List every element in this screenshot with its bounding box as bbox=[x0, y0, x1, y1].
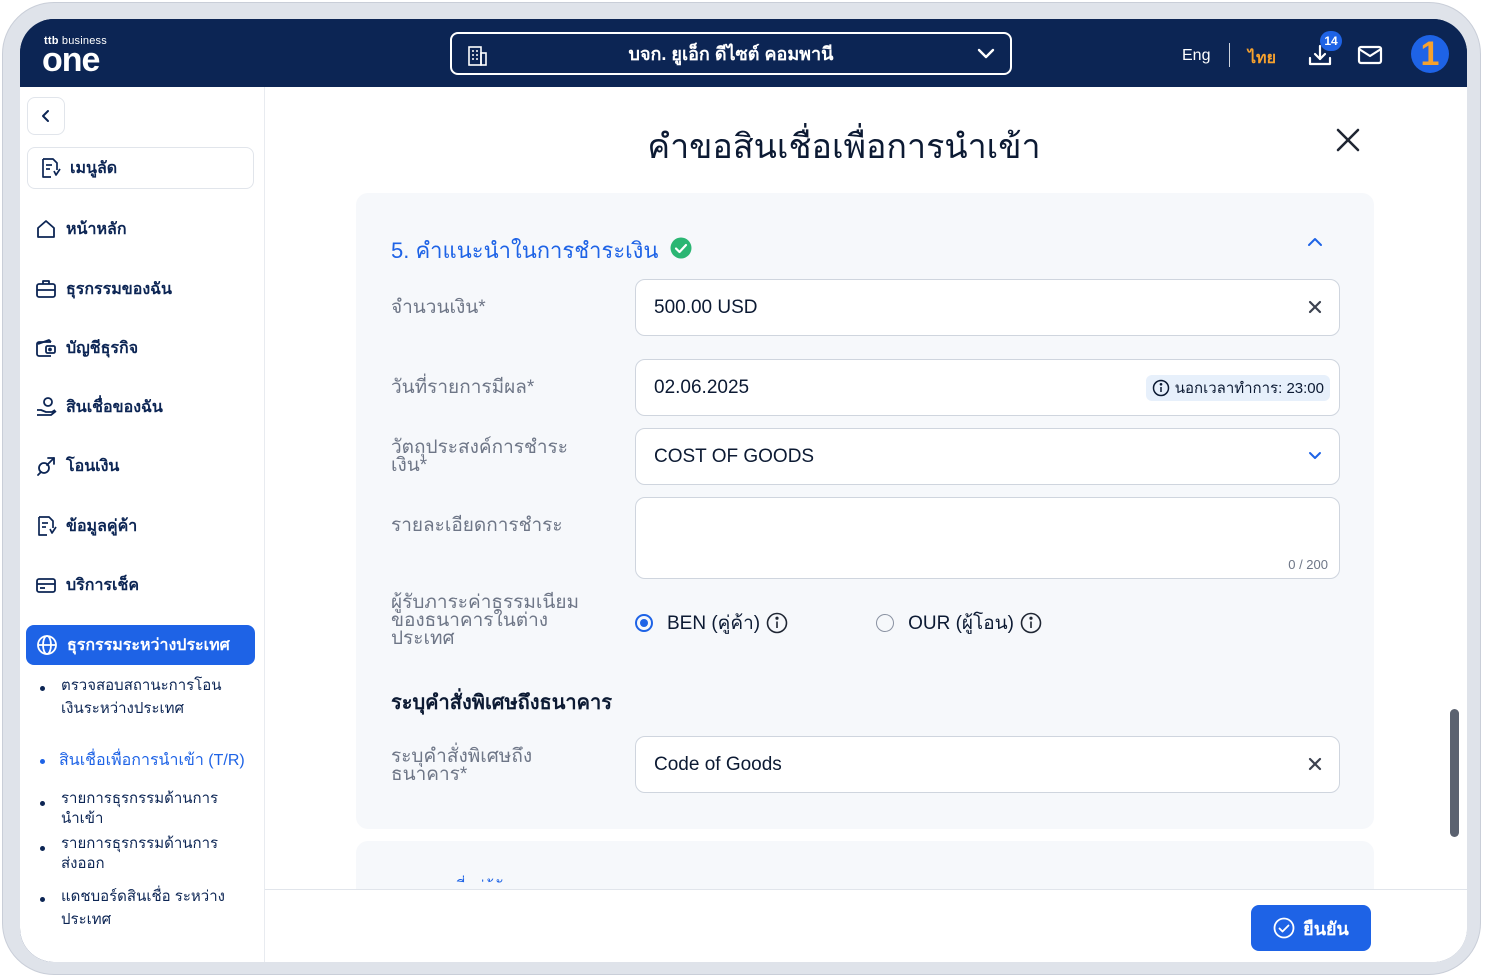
bullet bbox=[40, 759, 45, 764]
close-icon[interactable] bbox=[1333, 125, 1363, 155]
amount-value: 500.00 USD bbox=[654, 296, 758, 318]
fee-ben-radio[interactable]: BEN (คู่ค้า) bbox=[635, 608, 788, 638]
special-instruction-heading: ระบุคำสั่งพิเศษถึงธนาคาร bbox=[391, 692, 612, 714]
next-section-title-peek: ที่อยู่ผู้รับ bbox=[455, 875, 575, 883]
check-circle-icon bbox=[670, 237, 692, 265]
collapse-sidebar-button[interactable] bbox=[27, 97, 65, 135]
foreign-fee-label: ผู้รับภาระค่าธรรมเนียม ของธนาคารในต่าง ป… bbox=[391, 592, 580, 649]
amount-label: จำนวนเงิน* bbox=[391, 297, 486, 318]
sidebar-sub-import-transactions[interactable]: รายการธุรกรรมด้านการ นำเข้า bbox=[40, 789, 250, 829]
sidebar: เมนูลัด หน้าหลัก ธุรกรรมของฉัน บัญชีธุรก… bbox=[20, 87, 265, 962]
shortcut-label: เมนูลัด bbox=[70, 159, 118, 177]
fee-radio-group: BEN (คู่ค้า) OUR (ผู้โอน) bbox=[635, 608, 1042, 638]
sidebar-item-home[interactable]: หน้าหลัก bbox=[34, 214, 127, 244]
chevron-up-icon[interactable] bbox=[1306, 235, 1324, 253]
bullet bbox=[40, 801, 45, 806]
sidebar-item-cheque[interactable]: บริการเช็ค bbox=[34, 570, 139, 600]
lang-thai-button[interactable]: ไทย bbox=[1248, 46, 1276, 71]
effective-date-label: วันที่รายการมีผล* bbox=[391, 377, 535, 398]
sidebar-item-business-account[interactable]: บัญชีธุรกิจ bbox=[34, 333, 138, 363]
bullet bbox=[40, 686, 45, 691]
purpose-select[interactable]: COST OF GOODS bbox=[635, 428, 1340, 485]
payment-details-label: รายละเอียดการชำระ bbox=[391, 515, 563, 536]
sidebar-item-international[interactable]: ธุรกรรมระหว่างประเทศ bbox=[26, 625, 255, 665]
scrollbar-thumb[interactable] bbox=[1450, 709, 1459, 837]
company-name: บจก. ยูเอ็ก ดีไซต์ คอมพานี bbox=[628, 44, 834, 64]
sidebar-item-partners[interactable]: ข้อมูลคู่ค้า bbox=[34, 511, 137, 541]
wallet-icon bbox=[34, 336, 58, 360]
special-instruction-label: ระบุคำสั่งพิเศษถึง ธนาคาร* bbox=[391, 746, 533, 785]
sidebar-sub-transfer-status[interactable]: ตรวจสอบสถานะการโอน เงินระหว่างประเทศ bbox=[40, 674, 250, 720]
purpose-label: วัตถุประสงค์การชำระ เงิน* bbox=[391, 437, 568, 476]
char-counter: 0 / 200 bbox=[1288, 557, 1328, 572]
mail-icon[interactable] bbox=[1357, 44, 1383, 71]
main-content: คำขอสินเชื่อเพื่อการนำเข้า 5. คำแนะนำในก… bbox=[265, 87, 1467, 962]
avatar-text: 1 bbox=[1420, 35, 1440, 73]
building-icon bbox=[466, 45, 488, 72]
chevron-down-icon bbox=[976, 47, 996, 66]
footer-bar: ยืนยัน bbox=[265, 889, 1467, 962]
clear-icon[interactable] bbox=[1307, 756, 1323, 777]
info-icon[interactable] bbox=[1020, 612, 1042, 634]
globe-icon bbox=[35, 633, 59, 657]
sidebar-item-transfer[interactable]: โอนเงิน bbox=[34, 451, 119, 481]
fee-our-radio[interactable]: OUR (ผู้โอน) bbox=[876, 608, 1042, 638]
download-badge: 14 bbox=[1320, 31, 1342, 51]
clear-icon[interactable] bbox=[1307, 299, 1323, 320]
sidebar-shortcut-menu[interactable]: เมนูลัด bbox=[27, 147, 254, 189]
confirm-button[interactable]: ยืนยัน bbox=[1251, 905, 1371, 951]
briefcase-icon bbox=[34, 277, 58, 301]
radio-selected[interactable] bbox=[635, 614, 653, 632]
bullet bbox=[40, 897, 45, 902]
effective-date-input[interactable]: 02.06.2025 นอกเวลาทำการ: 23:00 bbox=[635, 359, 1340, 416]
sidebar-sub-export-transactions[interactable]: รายการธุรกรรมด้านการ ส่งออก bbox=[40, 834, 250, 874]
sidebar-sub-import-loan[interactable]: สินเชื่อเพื่อการนำเข้า (T/R) bbox=[40, 749, 250, 772]
cheque-icon bbox=[34, 573, 58, 597]
info-icon[interactable] bbox=[766, 612, 788, 634]
chevron-down-icon bbox=[1307, 449, 1323, 467]
check-circle-outline-icon bbox=[1273, 917, 1295, 939]
radio-unselected[interactable] bbox=[876, 614, 895, 632]
shortcut-icon bbox=[38, 156, 62, 180]
effective-date-value: 02.06.2025 bbox=[654, 376, 750, 398]
sidebar-sub-loan-dashboard[interactable]: แดชบอร์ดสินเชื่อ ระหว่าง ประเทศ bbox=[40, 885, 250, 931]
chevron-left-icon bbox=[42, 110, 49, 122]
amount-input[interactable]: 500.00 USD bbox=[635, 279, 1340, 336]
special-instruction-value: Code of Goods bbox=[654, 753, 782, 775]
app-screen: ttb business one บจก. ยูเอ็ก ดีไซต์ คอมพ… bbox=[20, 19, 1467, 962]
company-selector[interactable]: บจก. ยูเอ็ก ดีไซต์ คอมพานี bbox=[450, 32, 1012, 75]
loan-icon bbox=[34, 395, 58, 419]
bullet bbox=[40, 846, 45, 851]
partner-icon bbox=[34, 514, 58, 538]
sidebar-item-my-transactions[interactable]: ธุรกรรมของฉัน bbox=[34, 274, 172, 304]
payment-details-textarea[interactable]: 0 / 200 bbox=[635, 497, 1340, 579]
transfer-icon bbox=[34, 454, 58, 478]
business-hours-badge: นอกเวลาทำการ: 23:00 bbox=[1145, 375, 1330, 401]
brand-logo[interactable]: one bbox=[42, 43, 100, 77]
info-icon bbox=[1152, 379, 1169, 397]
purpose-value: COST OF GOODS bbox=[654, 445, 815, 467]
special-instruction-input[interactable]: Code of Goods bbox=[635, 736, 1340, 793]
section-title: 5. คำแนะนำในการชำระเงิน bbox=[391, 233, 692, 268]
sidebar-item-my-loans[interactable]: สินเชื่อของฉัน bbox=[34, 392, 163, 422]
avatar[interactable]: 1 bbox=[1411, 35, 1449, 73]
page-title: คำขอสินเชื่อเพื่อการนำเข้า bbox=[647, 128, 1041, 166]
top-bar: ttb business one บจก. ยูเอ็ก ดีไซต์ คอมพ… bbox=[20, 19, 1467, 87]
payment-instruction-section: 5. คำแนะนำในการชำระเงิน จำนวนเงิน* 500.0… bbox=[356, 193, 1374, 829]
home-icon bbox=[34, 217, 58, 241]
lang-eng-button[interactable]: Eng bbox=[1182, 47, 1210, 65]
lang-divider bbox=[1229, 43, 1230, 67]
